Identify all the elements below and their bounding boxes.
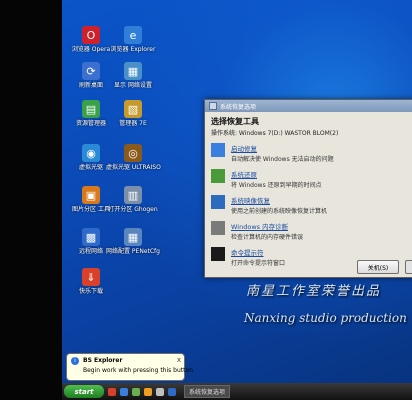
app-icon: ◉ [82, 144, 100, 162]
tool-icon [211, 195, 225, 209]
dialog-heading: 选择恢复工具 [211, 117, 259, 126]
app-icon: ▧ [124, 100, 142, 118]
app-icon: ⟳ [82, 62, 100, 80]
option-title[interactable]: Windows 内存诊断 [231, 221, 303, 231]
desktop-icon-label: 打开分区 Ghogen [108, 206, 158, 213]
desktop-icon-label: 浏览器 Explorer [110, 46, 156, 53]
desktop-icon[interactable]: ◎ 虚拟光驱 ULTRAISO [106, 144, 161, 171]
os-info: 操作系统: Windows 7(D:) WASTOR BLOM(2) [211, 130, 339, 137]
window-titlebar[interactable]: 系统恢复选项 [205, 100, 412, 112]
desktop-icon-label: 显示 网络设置 [114, 82, 152, 89]
desktop-icon[interactable]: e 浏览器 Explorer [106, 26, 160, 53]
taskbar: start 系统恢复选项 [62, 383, 412, 400]
window-title: 系统恢复选项 [220, 103, 257, 111]
quick-launch [104, 387, 176, 396]
quick-launch-icon[interactable] [132, 387, 140, 396]
shutdown-button[interactable]: 关机(S) [357, 260, 399, 274]
quick-launch-icon[interactable] [168, 387, 176, 396]
taskbar-item-recovery[interactable]: 系统恢复选项 [184, 385, 231, 398]
desktop-icon-label: 虚拟光驱 ULTRAISO [106, 164, 161, 171]
recovery-window[interactable]: 系统恢复选项 选择恢复工具 操作系统: Windows 7(D:) WASTOR… [204, 99, 412, 278]
app-icon: ⇓ [82, 268, 100, 286]
app-icon: ▦ [124, 228, 142, 246]
app-icon: ▣ [82, 186, 100, 204]
tool-icon [211, 247, 225, 261]
recovery-option[interactable]: Windows 内存诊断 检查计算机的内存硬件错误 [211, 221, 412, 241]
option-title[interactable]: 命令提示符 [231, 247, 285, 257]
desktop-icon-label: 管理器 7E [119, 120, 147, 127]
app-icon: O [82, 26, 100, 44]
window-icon [209, 102, 217, 110]
quick-launch-icon[interactable] [144, 387, 152, 396]
option-description: 打开命令提示符窗口 [231, 260, 286, 267]
recovery-option[interactable]: 启动修复自动解决使 Windows 无法启动的问题 [211, 143, 412, 163]
app-icon: ▥ [124, 186, 142, 204]
quick-launch-icon[interactable] [120, 387, 128, 396]
option-description: 检查计算机的内存硬件错误 [231, 234, 304, 241]
desktop-icon[interactable]: ⇓ 快乐下载 [64, 268, 118, 295]
start-button[interactable]: start [64, 385, 104, 398]
quick-launch-icon[interactable] [108, 387, 116, 396]
desktop-icon-label: 网络配置 PENetCfg [106, 248, 160, 255]
app-icon: ◎ [124, 144, 142, 162]
option-title[interactable]: 启动修复 [231, 143, 334, 153]
recovery-options: 启动修复自动解决使 Windows 无法启动的问题 系统还原将 Windows 还… [211, 143, 412, 267]
left-black-bar [0, 0, 62, 400]
close-icon[interactable]: x [177, 356, 181, 364]
info-icon: i [71, 357, 79, 365]
app-icon: ▦ [124, 62, 142, 80]
desktop-icon[interactable]: ▧ 管理器 7E [106, 100, 160, 127]
tool-icon [211, 221, 225, 235]
app-icon: e [124, 26, 142, 44]
option-title[interactable]: 系统还原 [231, 169, 322, 179]
desktop-icon[interactable]: ▦ 网络配置 PENetCfg [106, 228, 160, 255]
watermark-english: Nanxing studio production [244, 311, 407, 325]
recovery-option[interactable]: 系统还原将 Windows 还原到早期的时间点 [211, 169, 412, 189]
quick-launch-icon[interactable] [156, 387, 164, 396]
watermark-chinese: 南星工作室荣誉出品 [246, 284, 382, 299]
option-title[interactable]: 系统映像恢复 [231, 195, 327, 205]
screen: O 浏览器 Opera e 浏览器 Explorer ⟳ 刷新桌面 ▦ 显示 网络设置 ▤ 资源管… [0, 0, 412, 400]
app-icon: ▤ [82, 100, 100, 118]
desktop-icon-label: 快乐下载 [78, 288, 103, 295]
recovery-option[interactable]: 系统映像恢复 使用之前创建的系统映像恢复计算机 [211, 195, 412, 215]
option-description: 自动解决使 Windows 无法启动的问题 [231, 156, 334, 163]
start-tip-balloon: i BS Explorer Begin work with pressing t… [66, 353, 193, 381]
desktop-icon[interactable]: ▦ 显示 网络设置 [106, 62, 160, 89]
tool-icon [211, 143, 225, 157]
option-description: 将 Windows 还原到早期的时间点 [231, 182, 322, 189]
app-icon: ▩ [82, 228, 100, 246]
balloon-title: BS Explorer [83, 357, 123, 364]
tool-icon [211, 169, 225, 183]
balloon-text: Begin work with pressing this button [83, 367, 193, 374]
option-description: 使用之前创建的系统映像恢复计算机 [231, 208, 328, 215]
desktop-icon[interactable]: ▥ 打开分区 Ghogen [106, 186, 160, 213]
restart-button[interactable] [405, 260, 412, 274]
